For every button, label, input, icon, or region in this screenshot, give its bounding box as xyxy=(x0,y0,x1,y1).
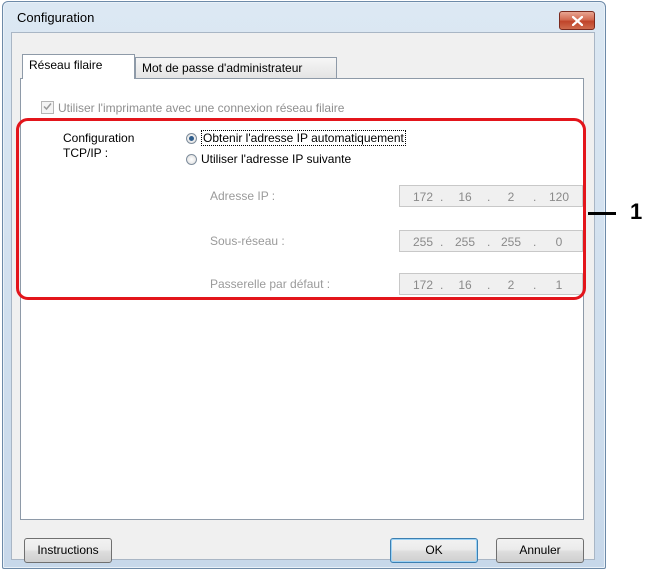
callout-leader-line xyxy=(588,212,616,215)
close-button[interactable] xyxy=(559,11,595,30)
ok-button[interactable]: OK xyxy=(390,538,478,563)
use-wired-label: Utiliser l'imprimante avec une connexion… xyxy=(58,101,345,115)
use-wired-checkbox[interactable] xyxy=(41,101,54,114)
callout-number: 1 xyxy=(630,199,643,224)
window-title: Configuration xyxy=(17,10,95,25)
tab-wired-network[interactable]: Réseau filaire xyxy=(22,54,135,79)
tab-strip: Réseau filaire Mot de passe d'administra… xyxy=(22,53,582,79)
tab-admin-password[interactable]: Mot de passe d'administrateur xyxy=(135,57,337,78)
callout-highlight-box xyxy=(16,118,586,300)
checkmark-icon xyxy=(43,103,52,111)
use-wired-checkbox-row[interactable]: Utiliser l'imprimante avec une connexion… xyxy=(41,101,344,115)
title-bar[interactable]: Configuration xyxy=(3,2,605,32)
instructions-button[interactable]: Instructions xyxy=(24,538,112,563)
close-icon xyxy=(572,16,583,26)
cancel-button[interactable]: Annuler xyxy=(496,538,584,563)
